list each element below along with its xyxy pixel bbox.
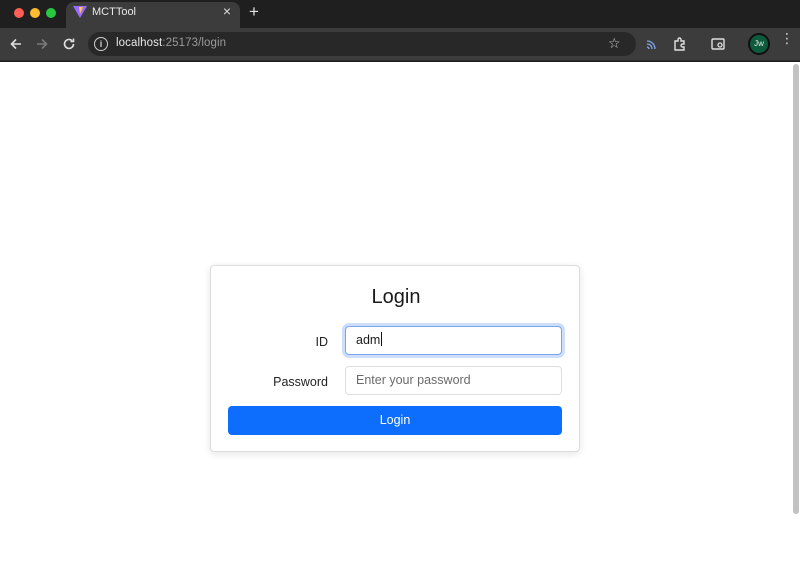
cast-icon[interactable] [644,36,660,52]
close-window-button[interactable] [14,8,24,18]
bookmark-star-icon[interactable]: ☆ [608,35,621,51]
id-input-value: adm [356,333,381,347]
scrollbar[interactable] [793,64,799,514]
tab-search-icon[interactable] [710,36,726,52]
vite-logo-icon [73,6,87,18]
tab-title: MCTTool [92,6,137,18]
back-arrow-icon[interactable] [8,36,24,52]
menu-icon[interactable]: ⋮ [780,31,794,53]
address-bar[interactable]: i localhost:25173/login ☆ [88,32,636,56]
close-tab-icon[interactable]: × [220,4,234,18]
maximize-window-button[interactable] [46,8,56,18]
id-label: ID [315,335,329,349]
reload-icon[interactable] [61,36,77,52]
extensions-icon[interactable] [672,36,688,52]
forward-arrow-icon[interactable] [34,36,50,52]
new-tab-button[interactable]: + [246,3,262,20]
browser-toolbar: i localhost:25173/login ☆ Jw ⋮ [0,28,800,61]
id-input[interactable]: adm [345,326,562,355]
login-title: Login [371,286,421,308]
password-input[interactable]: Enter your password [345,366,562,395]
page-viewport: Login ID adm Password Enter your passwor… [0,62,800,570]
site-info-icon[interactable]: i [94,37,108,51]
browser-tab[interactable]: MCTTool × [66,2,240,30]
profile-avatar[interactable]: Jw [748,33,770,55]
url-text[interactable]: localhost:25173/login [116,37,226,49]
login-card: Login ID adm Password Enter your passwor… [210,265,580,452]
tab-strip: MCTTool × + [0,0,800,30]
login-button[interactable]: Login [228,406,562,435]
password-label: Password [273,375,328,389]
minimize-window-button[interactable] [30,8,40,18]
url-host: localhost [116,37,163,49]
url-path: :25173/login [162,37,227,49]
text-caret [381,332,383,346]
